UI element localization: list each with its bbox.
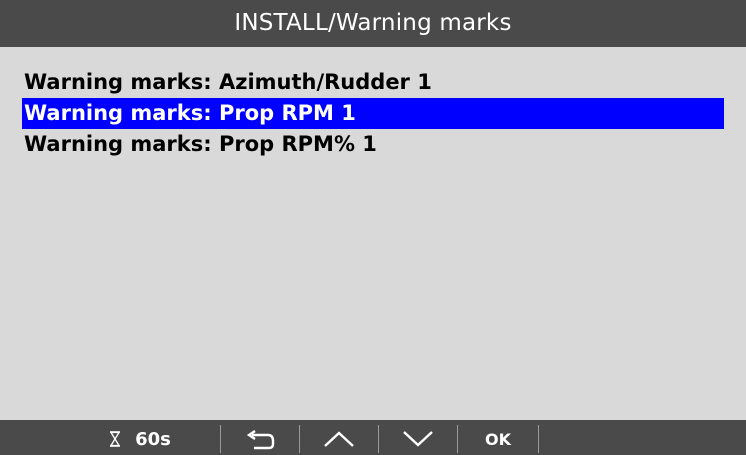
chevron-down-icon — [402, 427, 434, 448]
ok-button[interactable]: OK — [458, 420, 538, 455]
screen: INSTALL/Warning marks Warning marks: Azi… — [0, 0, 746, 455]
menu-item-azimuth-rudder[interactable]: Warning marks: Azimuth/Rudder 1 — [22, 67, 724, 98]
hourglass-icon — [109, 428, 121, 447]
timer-button[interactable]: 60s — [60, 420, 220, 455]
menu-item-prop-rpm-percent[interactable]: Warning marks: Prop RPM% 1 — [22, 129, 724, 160]
separator — [538, 425, 539, 453]
down-button[interactable] — [379, 420, 457, 455]
back-button[interactable] — [221, 420, 299, 455]
chevron-up-icon — [323, 427, 355, 448]
timer-label: 60s — [135, 429, 171, 450]
return-arrow-icon — [244, 426, 276, 450]
menu-list: Warning marks: Azimuth/Rudder 1 Warning … — [22, 67, 724, 160]
page-title: INSTALL/Warning marks — [0, 0, 746, 47]
up-button[interactable] — [300, 420, 378, 455]
ok-label: OK — [485, 430, 511, 449]
bottom-bar: 60s OK — [0, 420, 746, 455]
menu-item-prop-rpm[interactable]: Warning marks: Prop RPM 1 — [22, 98, 724, 129]
